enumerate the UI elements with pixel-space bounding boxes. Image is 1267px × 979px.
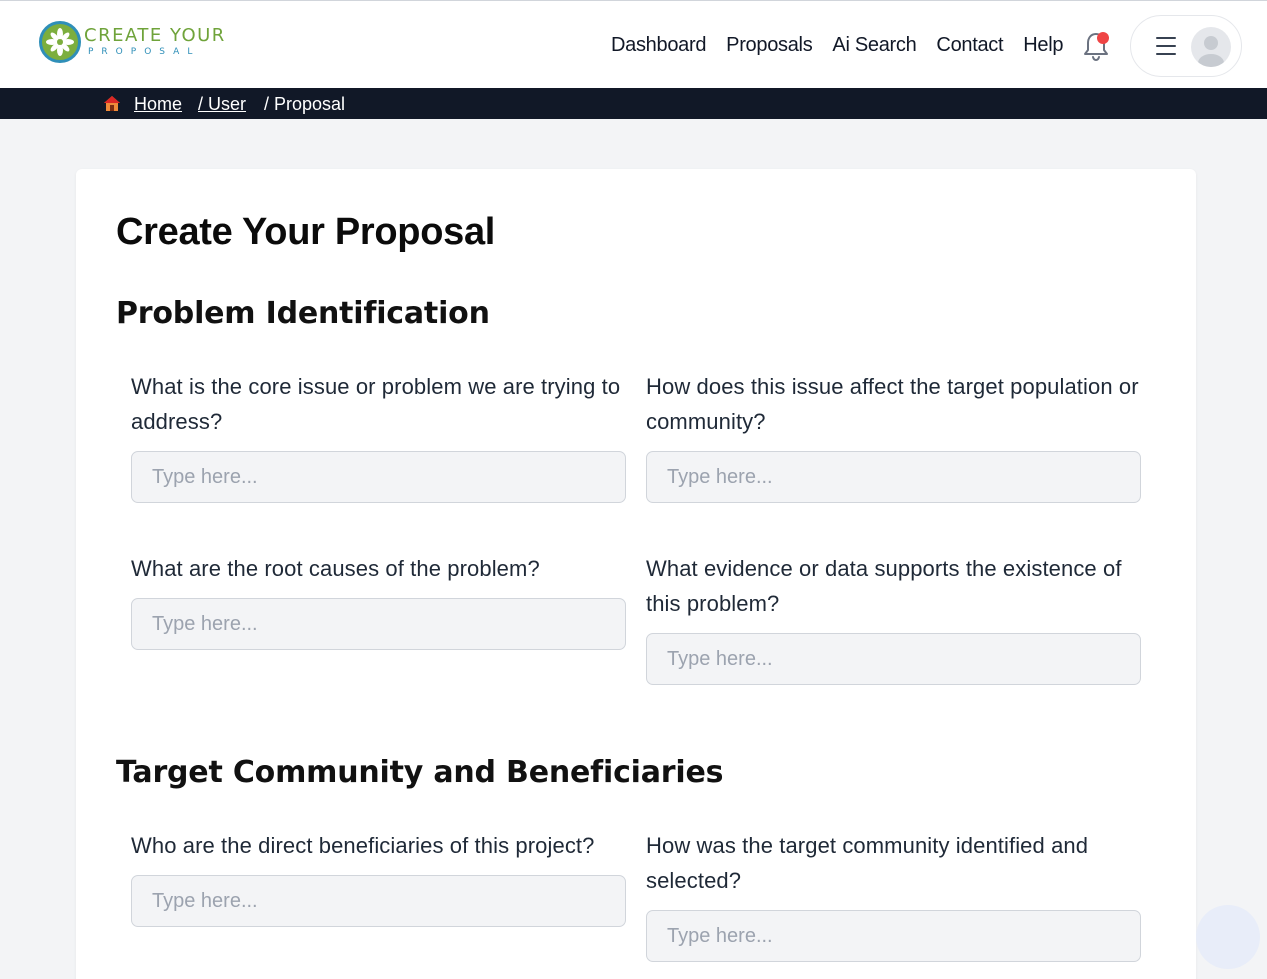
field-evidence: What evidence or data supports the exist… [646,551,1141,685]
breadcrumb-proposal: / Proposal [264,94,346,114]
field-direct-beneficiaries: Who are the direct beneficiaries of this… [131,828,626,927]
user-menu-button[interactable] [1130,15,1242,77]
root-causes-input[interactable] [131,598,626,650]
logo-text-secondary: PROPOSAL [88,47,201,57]
section-title-target-community: Target Community and Beneficiaries [116,755,724,790]
field-label: What evidence or data supports the exist… [646,556,1122,616]
direct-beneficiaries-input[interactable] [131,875,626,927]
core-issue-input[interactable] [131,451,626,503]
nav-contact[interactable]: Contact [936,34,1003,57]
brand-logo[interactable]: CREATE YOUR PROPOSAL [39,21,226,63]
logo-text-primary: CREATE YOUR [84,25,226,46]
bell-icon[interactable] [1082,30,1110,62]
top-header: CREATE YOUR PROPOSAL Dashboard Proposals… [0,1,1267,88]
section-title-problem-identification: Problem Identification [116,296,490,331]
logo-flower-icon [39,21,81,63]
field-community-selection: How was the target community identified … [646,828,1141,962]
nav-ai-search[interactable]: Ai Search [832,34,916,57]
field-label: What are the root causes of the problem? [131,556,540,581]
evidence-input[interactable] [646,633,1141,685]
field-label: Who are the direct beneficiaries of this… [131,833,595,858]
field-core-issue: What is the core issue or problem we are… [131,369,626,503]
nav-proposals[interactable]: Proposals [726,34,813,57]
breadcrumb-user[interactable]: / User [198,94,246,115]
field-label: How was the target community identified … [646,833,1089,893]
nav-dashboard[interactable]: Dashboard [611,34,706,57]
breadcrumb-home[interactable]: Home [134,94,182,115]
user-avatar-icon [1191,27,1231,67]
hamburger-menu-icon [1156,37,1176,55]
notification-dot [1097,32,1109,44]
page-title: Create Your Proposal [116,211,496,253]
breadcrumb: Home / User / Proposal [0,88,1267,119]
field-label: How does this issue affect the target po… [646,374,1139,434]
issue-effect-input[interactable] [646,451,1141,503]
main-nav: Dashboard Proposals Ai Search Contact He… [611,34,1083,57]
floating-action-button[interactable] [1196,905,1260,969]
nav-help[interactable]: Help [1023,34,1063,57]
house-icon [103,95,121,112]
field-root-causes: What are the root causes of the problem? [131,551,626,650]
field-issue-effect: How does this issue affect the target po… [646,369,1141,503]
field-label: What is the core issue or problem we are… [131,374,621,434]
proposal-form-card: Create Your Proposal Problem Identificat… [76,169,1196,979]
community-selection-input[interactable] [646,910,1141,962]
